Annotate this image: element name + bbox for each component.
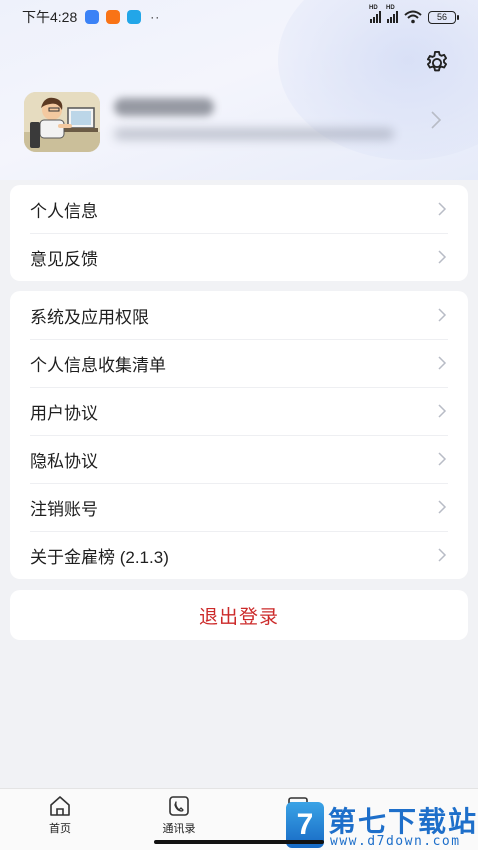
chevron-right-icon (431, 111, 442, 129)
menu-item-delete-account[interactable]: 注销账号 (10, 483, 468, 531)
menu-item-label: 系统及应用权限 (30, 307, 149, 327)
chevron-right-icon (438, 202, 447, 216)
chevron-right-icon (438, 452, 447, 466)
profile-info-redacted (114, 128, 394, 140)
menu-item-user-agreement[interactable]: 用户协议 (10, 387, 468, 435)
tab-home-label: 首页 (49, 823, 71, 835)
app-notification-icon-3 (127, 10, 142, 24)
menu-item-label: 个人信息收集清单 (30, 355, 166, 375)
chevron-right-icon (438, 500, 447, 514)
menu-card-settings: 系统及应用权限 个人信息收集清单 用户协议 隐私协议 注销账号 关于金雇榜 (2… (10, 291, 468, 579)
phone-book-icon (169, 796, 189, 816)
chevron-right-icon (438, 548, 447, 562)
menu-card-account: 个人信息 意见反馈 (10, 185, 468, 281)
more-notifications-icon: ·· (150, 10, 161, 24)
signal-icon-2: HD (386, 5, 398, 23)
home-icon (50, 796, 70, 816)
profile-name-redacted (114, 98, 214, 116)
avatar (24, 92, 100, 152)
gear-icon (426, 50, 448, 72)
signal-icon-1: HD (369, 5, 381, 23)
tab-contacts[interactable]: 通讯录 (149, 795, 209, 836)
status-time: 下午4:28 (22, 9, 78, 25)
home-indicator[interactable] (154, 840, 324, 844)
logout-button[interactable]: 退出登录 (10, 590, 468, 640)
menu-item-label: 关于金雇榜 (2.1.3) (30, 547, 169, 567)
menu-item-privacy-policy[interactable]: 隐私协议 (10, 435, 468, 483)
chevron-right-icon (438, 250, 447, 264)
menu-item-data-collection-list[interactable]: 个人信息收集清单 (10, 339, 468, 387)
battery-level: 56 (436, 12, 447, 22)
menu-item-label: 注销账号 (30, 499, 98, 519)
battery-icon: 56 (428, 10, 459, 24)
app-notification-icon-1 (85, 10, 100, 24)
chevron-right-icon (438, 356, 447, 370)
wifi-icon (404, 10, 422, 24)
logout-label: 退出登录 (198, 606, 279, 628)
settings-button[interactable] (422, 48, 452, 78)
app-notification-icon-2 (106, 10, 121, 24)
chevron-right-icon (438, 308, 447, 322)
watermark-url: www.d7down.com (330, 834, 461, 849)
tab-home[interactable]: 首页 (30, 795, 90, 836)
menu-item-permissions[interactable]: 系统及应用权限 (10, 291, 468, 339)
menu-item-label: 隐私协议 (30, 451, 98, 471)
profile-header[interactable] (24, 92, 454, 154)
menu-item-personal-info[interactable]: 个人信息 (10, 185, 468, 233)
menu-item-label: 个人信息 (30, 201, 98, 221)
menu-item-about[interactable]: 关于金雇榜 (2.1.3) (10, 531, 468, 579)
menu-item-label: 用户协议 (30, 403, 98, 423)
menu-item-label: 意见反馈 (30, 249, 98, 269)
menu-item-feedback[interactable]: 意见反馈 (10, 233, 468, 281)
tab-contacts-label: 通讯录 (162, 823, 196, 835)
status-bar: 下午4:28 ·· HD HD 56 (0, 0, 478, 34)
chevron-right-icon (438, 404, 447, 418)
